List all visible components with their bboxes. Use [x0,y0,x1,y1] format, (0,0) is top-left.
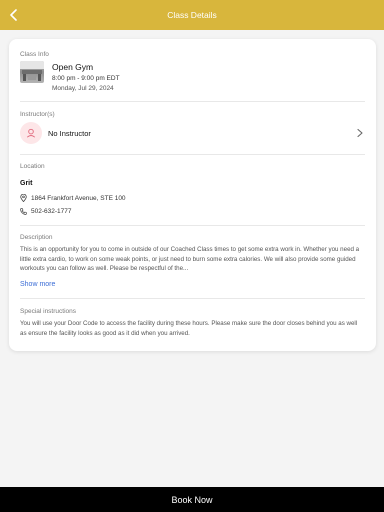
person-icon [26,128,36,138]
address-row[interactable]: 1864 Frankfort Avenue, STE 100 [20,194,126,202]
divider [20,154,365,155]
description-label: Description [20,234,53,241]
location-label: Location [20,163,45,170]
gym-image-icon [20,61,44,81]
special-instructions-label: Special instructions [20,308,76,315]
phone-icon [20,208,27,215]
class-thumbnail [20,61,44,83]
book-now-label: Book Now [171,494,213,505]
show-more-link[interactable]: Show more [20,281,55,288]
location-name: Grit [20,180,33,187]
divider [20,225,365,226]
divider [20,298,365,299]
description-text: This is an opportunity for you to come i… [20,246,360,272]
divider [20,101,365,102]
special-instructions-text: You will use your Door Code to access th… [20,320,358,337]
chevron-right-icon [357,128,363,138]
class-date: Monday, Jul 29, 2024 [52,85,114,92]
class-info-label: Class Info [20,51,49,58]
instructor-name: No Instructor [48,129,91,138]
class-time: 8:00 pm - 9:00 pm EDT [52,75,120,82]
instructors-label: Instructor(s) [20,111,55,118]
map-pin-icon [20,194,27,202]
instructor-avatar [20,122,42,144]
book-now-button[interactable]: Book Now [0,487,384,512]
chevron-left-icon [10,9,17,21]
location-address: 1864 Frankfort Avenue, STE 100 [31,194,126,202]
instructor-row[interactable]: No Instructor [20,122,365,144]
page-title: Class Details [167,10,217,20]
location-phone: 502-632-1777 [31,208,72,215]
top-bar: Class Details [0,0,384,30]
phone-row[interactable]: 502-632-1777 [20,208,71,215]
class-name: Open Gym [52,62,94,72]
class-details-card: Class Info Open Gym 8:00 pm - 9:00 pm ED… [9,39,376,351]
back-button[interactable] [4,5,24,25]
